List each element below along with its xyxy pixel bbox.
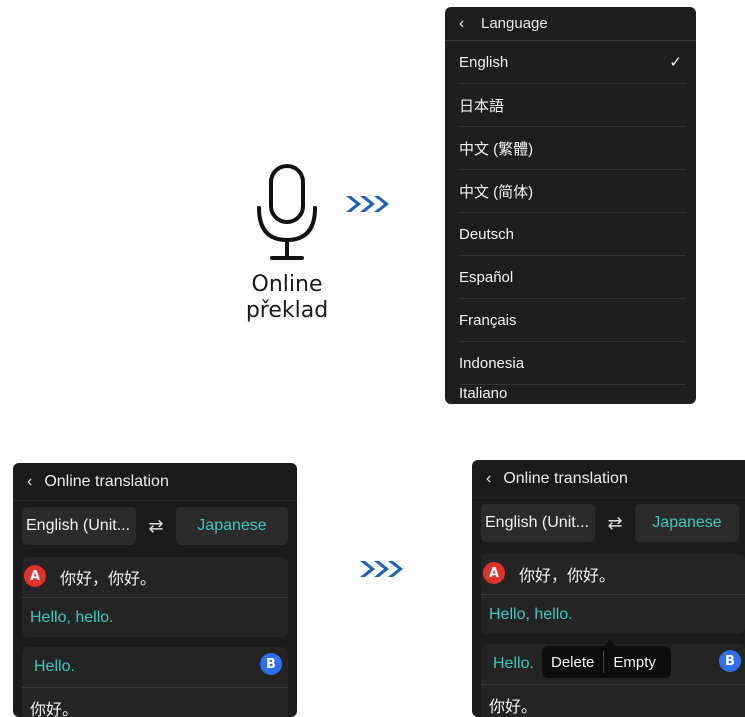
translation-screen-right: ‹ Online translation English (Unit... ⇄ … [472, 460, 745, 717]
translation-title: Online translation [503, 469, 628, 487]
language-item-chinese-traditional[interactable]: 中文 (繁體) [459, 127, 686, 170]
language-panel: ‹ Language English ✓ 日本語 中文 (繁體) 中文 (简体)… [445, 7, 696, 404]
translated-text: Hello, hello. [22, 597, 288, 637]
language-item-french[interactable]: Français [459, 299, 686, 342]
language-item-label: 中文 (繁體) [459, 140, 534, 158]
language-header: ‹ Language [445, 7, 696, 41]
speaker-a-badge: A [24, 565, 46, 587]
empty-button[interactable]: Empty [604, 654, 665, 671]
original-text: 你好，你好。 [60, 571, 157, 588]
source-language-button[interactable]: English (Unit... [481, 504, 595, 542]
translated-text: Hello, hello. [481, 594, 745, 634]
checkmark-icon: ✓ [669, 54, 682, 71]
translation-screen-left: ‹ Online translation English (Unit... ⇄ … [13, 463, 297, 717]
conversation-card-a[interactable]: A 你好，你好。 Hello, hello. [22, 557, 288, 637]
language-item-label: 中文 (简体) [459, 183, 534, 201]
language-item-label: Français [459, 311, 517, 329]
translation-header: ‹ Online translation [13, 463, 297, 501]
back-chevron-icon[interactable]: ‹ [486, 470, 491, 488]
translated-text: 你好。 [22, 687, 288, 717]
language-item-spanish[interactable]: Español [459, 256, 686, 299]
speaker-a-badge: A [483, 562, 505, 584]
microphone-icon [250, 162, 324, 264]
language-item-label: English [459, 53, 509, 71]
language-title: Language [481, 15, 548, 32]
language-item-german[interactable]: Deutsch [459, 213, 686, 256]
speaker-b-badge: B [260, 653, 282, 675]
language-item-japanese[interactable]: 日本語 [459, 84, 686, 127]
speaker-b-badge: B [719, 650, 741, 672]
language-item-label: 日本語 [459, 97, 505, 115]
swap-languages-icon[interactable]: ⇄ [595, 513, 635, 534]
source-language-button[interactable]: English (Unit... [22, 507, 136, 545]
mic-caption-line1: Online [251, 272, 323, 297]
forward-arrows-icon [358, 557, 406, 586]
target-language-button[interactable]: Japanese [635, 504, 739, 542]
swap-languages-icon[interactable]: ⇄ [136, 516, 176, 537]
context-menu: Delete Empty [542, 646, 671, 678]
language-item-indonesian[interactable]: Indonesia [459, 342, 686, 385]
target-language-button[interactable]: Japanese [176, 507, 288, 545]
translation-header: ‹ Online translation [472, 460, 745, 498]
language-item-chinese-simplified[interactable]: 中文 (简体) [459, 170, 686, 213]
conversation-card-b[interactable]: B Hello. 你好。 [22, 647, 288, 717]
translated-text: 你好。 [481, 684, 745, 717]
conversation-card-a[interactable]: A 你好，你好。 Hello, hello. [481, 554, 745, 634]
original-text: 你好，你好。 [519, 568, 616, 585]
delete-button[interactable]: Delete [542, 654, 603, 671]
language-item-label: Deutsch [459, 225, 515, 243]
language-selector-row: English (Unit... ⇄ Japanese [481, 503, 745, 543]
back-chevron-icon[interactable]: ‹ [459, 15, 473, 33]
translation-title: Online translation [44, 472, 169, 490]
back-chevron-icon[interactable]: ‹ [27, 473, 32, 491]
mic-caption: Online překlad [225, 272, 349, 324]
original-text: Hello. [34, 658, 75, 675]
language-item-italian[interactable]: Italiano [459, 385, 686, 404]
language-item-label: Español [459, 268, 514, 286]
language-item-label: Indonesia [459, 354, 525, 372]
mic-caption-line2: překlad [245, 298, 329, 323]
forward-arrows-icon [344, 192, 392, 221]
language-item-english[interactable]: English ✓ [459, 41, 686, 84]
language-item-label: Italiano [459, 385, 508, 402]
language-selector-row: English (Unit... ⇄ Japanese [22, 506, 288, 546]
